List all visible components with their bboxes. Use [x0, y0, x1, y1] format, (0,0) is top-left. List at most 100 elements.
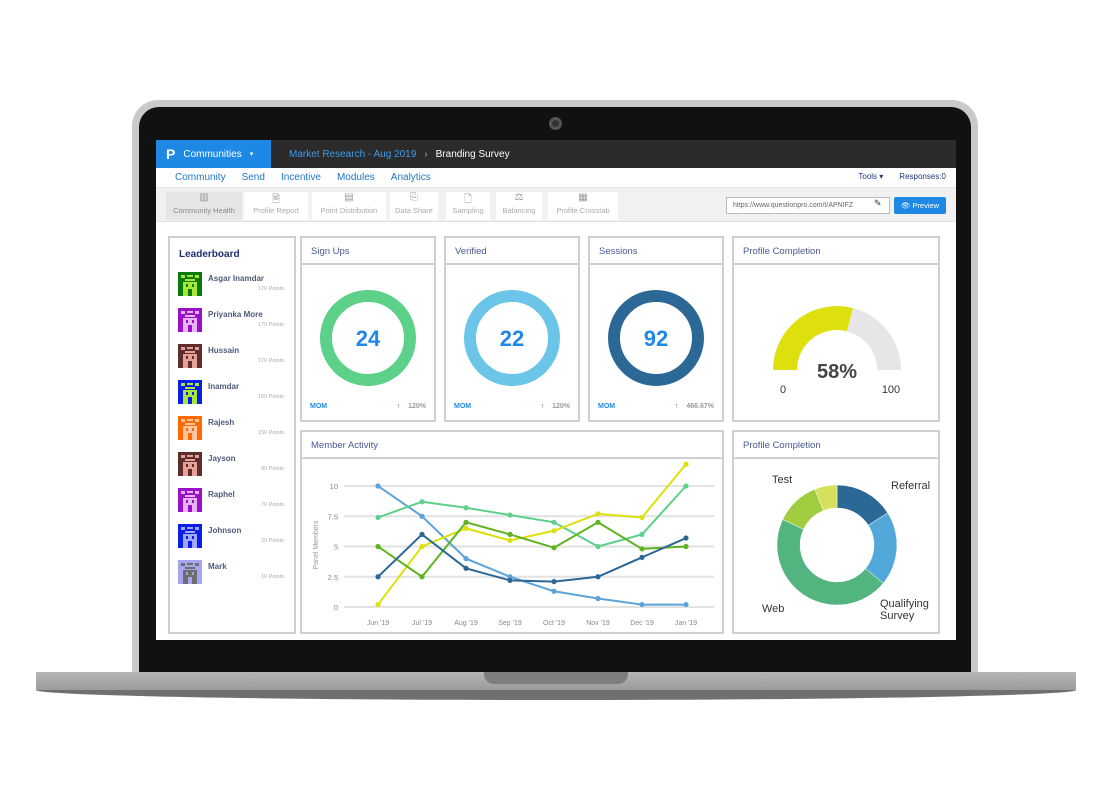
survey-url-field[interactable]: https://www.questionpro.com/t/APNIFZ	[726, 197, 890, 214]
chevron-right-icon: ›	[424, 149, 428, 160]
data-point-4[interactable]	[507, 577, 513, 583]
data-point-4[interactable]	[419, 531, 425, 537]
preview-button[interactable]: 👁 Preview	[894, 197, 946, 214]
data-point-2[interactable]	[419, 543, 425, 550]
sampling-icon: 🗋	[463, 194, 473, 205]
data-point-2[interactable]	[375, 601, 381, 608]
data-point-3[interactable]	[463, 519, 469, 525]
data-point-1[interactable]	[507, 512, 513, 518]
nav-analytics[interactable]: Analytics	[391, 172, 431, 183]
leaderboard-item[interactable]: Johnson 20 Points	[178, 524, 290, 550]
toolbar-profile-report[interactable]: 🗎 Profile Report	[244, 192, 308, 220]
data-point-2[interactable]	[639, 514, 645, 521]
data-point-0[interactable]	[463, 556, 469, 562]
toolbar-balancing[interactable]: ⚖ Balancing	[496, 192, 542, 220]
data-point-1[interactable]	[419, 499, 425, 505]
leaderboard-item[interactable]: Rajesh 150 Points	[178, 416, 290, 442]
breadcrumb-parent[interactable]: Market Research - Aug 2019	[289, 149, 416, 160]
avatar	[178, 560, 202, 584]
data-point-4[interactable]	[375, 574, 381, 580]
data-point-3[interactable]	[419, 574, 425, 580]
toolbar-item-label: Profile Crosstab	[556, 206, 610, 215]
data-point-0[interactable]	[375, 483, 381, 489]
main-nav: Community Send Incentive Modules Analyti…	[156, 168, 956, 188]
leaderboard-item[interactable]: Priyanka More 170 Points	[178, 308, 290, 334]
stat-card-sessions: Sessions 92 MOM ↑ 466.67%	[588, 236, 724, 422]
data-point-4[interactable]	[639, 554, 645, 560]
nav-modules[interactable]: Modules	[337, 172, 375, 183]
toolbar-point-distribution[interactable]: ▤ Point Distribution	[312, 192, 386, 220]
toolbar-item-label: Sampling	[452, 206, 484, 215]
data-point-0[interactable]	[683, 601, 689, 608]
member-name: Priyanka More	[208, 310, 263, 319]
data-point-2[interactable]	[507, 537, 513, 544]
toolbar-sampling[interactable]: 🗋 Sampling	[446, 192, 490, 220]
nav-community[interactable]: Community	[175, 172, 226, 183]
data-point-0[interactable]	[551, 588, 557, 594]
x-tick-label: Aug '19	[454, 620, 478, 627]
card-title: Profile Completion	[734, 238, 938, 265]
data-point-1[interactable]	[463, 505, 469, 511]
leaderboard-item[interactable]: Inamdar 160 Points	[178, 380, 290, 406]
data-point-4[interactable]	[595, 574, 601, 580]
leaderboard-item[interactable]: Asgar Inamdar 170 Points	[178, 272, 290, 298]
data-share-icon: ⎘	[410, 192, 418, 203]
nav-send[interactable]: Send	[242, 172, 265, 183]
stat-value: 22	[499, 326, 525, 351]
data-point-3[interactable]	[639, 546, 645, 552]
data-point-1[interactable]	[639, 531, 645, 537]
avatar	[178, 416, 202, 440]
donut-slice-2[interactable]	[776, 519, 884, 606]
leaderboard-panel: Leaderboard Asgar Inamdar 170 Points Priya…	[168, 236, 296, 634]
data-point-1[interactable]	[375, 514, 381, 521]
communities-dropdown[interactable]: P Communities ▾	[156, 140, 271, 168]
data-point-3[interactable]	[683, 543, 689, 550]
data-point-3[interactable]	[375, 543, 381, 550]
data-point-4[interactable]	[683, 535, 689, 541]
data-point-1[interactable]	[551, 519, 557, 525]
member-name: Johnson	[208, 526, 242, 535]
toolbar-community-health[interactable]: ▥ Community Health	[166, 192, 242, 220]
pencil-icon[interactable]: ✎	[874, 198, 882, 209]
data-point-1[interactable]	[683, 483, 689, 489]
data-point-2[interactable]	[683, 461, 689, 467]
data-point-2[interactable]	[595, 511, 601, 517]
gauge-max: 100	[882, 384, 900, 396]
data-point-2[interactable]	[463, 525, 469, 531]
breadcrumb: Market Research - Aug 2019 › Branding Su…	[289, 149, 510, 160]
arrow-up-icon: ↑	[674, 403, 679, 410]
preview-label: Preview	[912, 201, 940, 210]
data-point-3[interactable]	[595, 519, 601, 525]
x-tick-label: Oct '19	[543, 620, 565, 627]
profile-completion-donut-card: Profile Completion Referral Qualifying Sur…	[732, 430, 940, 634]
toolbar-data-share[interactable]: ⎘ Data Share	[390, 192, 438, 220]
nav-incentive[interactable]: Incentive	[281, 172, 321, 183]
avatar	[178, 488, 202, 512]
laptop-base-bottom	[36, 690, 1076, 700]
data-point-2[interactable]	[551, 528, 557, 534]
member-name: Mark	[208, 562, 227, 571]
data-point-0[interactable]	[595, 595, 601, 602]
tools-menu[interactable]: Tools ▾	[858, 172, 883, 181]
leaderboard-item[interactable]: Raphel 70 Points	[178, 488, 290, 514]
stat-card-verified: Verified 22 MOM ↑ 120%	[444, 236, 580, 422]
data-point-3[interactable]	[551, 545, 557, 551]
leaderboard-item[interactable]: Mark 10 Points	[178, 560, 290, 586]
x-tick-label: Nov '19	[586, 620, 610, 627]
slice-label: Web	[762, 603, 784, 615]
data-point-4[interactable]	[551, 578, 557, 585]
data-point-3[interactable]	[507, 531, 513, 537]
toolbar-profile-crosstab[interactable]: ▦ Profile Crosstab	[548, 192, 618, 220]
data-point-4[interactable]	[463, 565, 469, 571]
profile-report-icon: 🗎	[271, 194, 281, 205]
data-point-1[interactable]	[595, 543, 601, 550]
stat-change: 466.67%	[686, 403, 714, 410]
leaderboard-item[interactable]: Jayson 80 Points	[178, 452, 290, 478]
member-activity-chart: Panel Members 0 2.5 5 7.5 10 Jun '19 Jul '19 Au…	[313, 461, 714, 627]
leaderboard-item[interactable]: Hussain 170 Points	[178, 344, 290, 370]
document-icon: ▤	[344, 192, 354, 203]
stat-change: 120%	[552, 403, 570, 410]
data-point-0[interactable]	[419, 513, 425, 519]
member-name: Hussain	[208, 346, 240, 355]
data-point-0[interactable]	[639, 601, 645, 608]
